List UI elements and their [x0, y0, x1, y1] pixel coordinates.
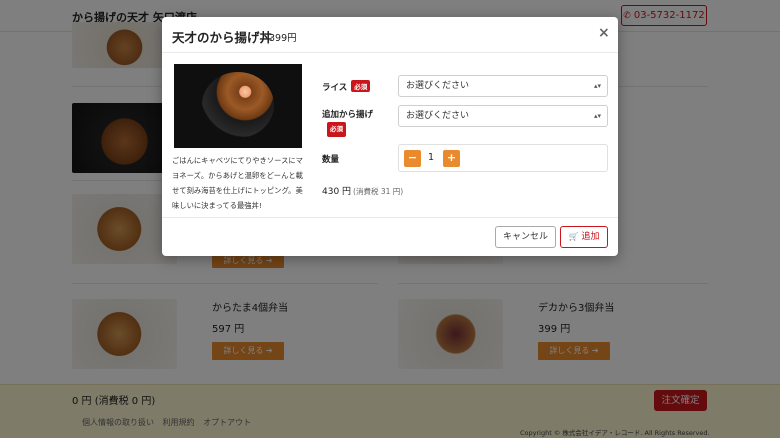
rice-select-value: お選びください [406, 81, 470, 91]
add-button-label: 追加 [581, 232, 600, 242]
topping-select-value: お選びください [406, 111, 470, 121]
topping-select[interactable]: お選びください ▴▾ [398, 105, 608, 127]
modal-subtotal: 430 円 (消費税 31 円) [322, 184, 403, 197]
select-arrows-icon: ▴▾ [593, 112, 601, 120]
modal-footer-divider [162, 217, 618, 218]
qty-value: 1 [427, 152, 435, 163]
qty-minus-button[interactable]: − [404, 150, 421, 167]
cancel-button[interactable]: キャンセル [495, 226, 556, 248]
rice-label-text: ライス [322, 83, 348, 93]
required-badge: 必須 [327, 122, 346, 137]
page: から揚げの天才 矢口渡店 ✆03-5732-1172 詳しく見る ➔ からたま4… [0, 0, 780, 438]
subtotal-amount: 430 円 [322, 187, 352, 197]
product-modal: 天才のから揚げ丼 399円 × ごはんにキャベツにてりやきソースにマヨネーズ。か… [162, 17, 618, 256]
modal-title: 天才のから揚げ丼 [172, 30, 273, 45]
quantity-stepper: − 1 + [398, 144, 608, 172]
modal-price: 399円 [269, 33, 297, 44]
rice-label: ライス 必須 [322, 80, 371, 93]
qty-label: 数量 [322, 155, 340, 165]
modal-header: 天才のから揚げ丼 399円 × [162, 17, 618, 53]
topping-label: 追加から揚げ必須 [322, 109, 373, 137]
product-description: ごはんにキャベツにてりやきソースにマヨネーズ。からあげと温卵をどーんと載せて刻み… [172, 156, 303, 210]
close-icon[interactable]: × [598, 25, 610, 41]
cart-icon: 🛒 [568, 232, 579, 241]
subtotal-tax: (消費税 31 円) [353, 187, 404, 196]
select-arrows-icon: ▴▾ [593, 82, 601, 90]
topping-label-text: 追加から揚げ [322, 110, 374, 120]
add-button[interactable]: 🛒 追加 [560, 226, 608, 248]
qty-plus-button[interactable]: + [443, 150, 460, 167]
karaage-bowl-image [202, 72, 274, 138]
product-photo [174, 64, 302, 148]
required-badge: 必須 [351, 80, 371, 92]
rice-select[interactable]: お選びください ▴▾ [398, 75, 608, 97]
